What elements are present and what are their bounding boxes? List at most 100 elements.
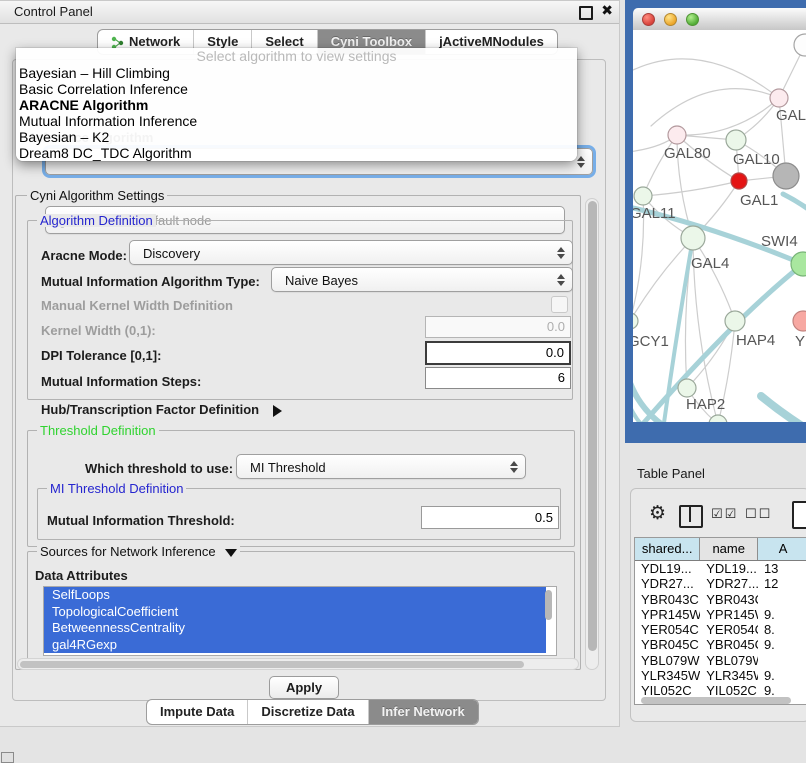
- algorithm-option[interactable]: Mutual Information Inference: [16, 113, 577, 129]
- table-cell: YLR345W: [635, 668, 700, 683]
- float-window-icon[interactable]: [579, 6, 593, 20]
- columns-icon[interactable]: [679, 505, 703, 528]
- column-header[interactable]: shared...: [635, 538, 700, 560]
- table-row[interactable]: YDL19...YDL19...13: [635, 561, 806, 576]
- mi-algorithm-type-combo[interactable]: Naive Bayes: [271, 267, 573, 292]
- node-label-gal10: GAL10: [733, 151, 780, 168]
- table-cell: YER054C: [700, 622, 758, 637]
- node-label-gal4: GAL4: [691, 255, 729, 272]
- combo-spinner-icon: [577, 156, 585, 168]
- tab-discretize-data[interactable]: Discretize Data: [248, 700, 368, 724]
- hub-definition-label: Hub/Transcription Factor Definition: [41, 402, 259, 417]
- data-attributes-list[interactable]: SelfLoopsTopologicalCoefficientBetweenne…: [43, 586, 557, 656]
- table-hscrollbar[interactable]: [637, 695, 805, 705]
- close-traffic-light-icon[interactable]: [642, 13, 655, 26]
- zoom-traffic-light-icon[interactable]: [686, 13, 699, 26]
- attribute-item[interactable]: gal4RGexp: [44, 637, 546, 654]
- table-hscrollbar-thumb[interactable]: [641, 697, 791, 704]
- table-header-row: shared...nameA: [635, 538, 806, 561]
- mi-steps-label: Mutual Information Steps:: [41, 374, 201, 389]
- apply-button[interactable]: Apply: [269, 676, 339, 699]
- new-table-icon[interactable]: [792, 501, 806, 529]
- node-y-node[interactable]: [793, 311, 806, 331]
- node-gal11[interactable]: [634, 187, 652, 205]
- table-cell: 8.: [758, 622, 806, 637]
- columns-icon-divider: [689, 507, 691, 522]
- node-gcy1[interactable]: [633, 313, 638, 329]
- chevron-right-icon: [273, 405, 282, 417]
- table-row[interactable]: YBL079WYBL079W: [635, 653, 806, 668]
- algorithm-option[interactable]: Bayesian – Hill Climbing: [16, 65, 577, 81]
- attribute-item[interactable]: SelfLoops: [44, 587, 546, 604]
- mi-algorithm-type-value: Naive Bayes: [285, 268, 358, 293]
- settings-hscrollbar-thumb[interactable]: [20, 661, 524, 668]
- edge: [643, 181, 739, 196]
- table-cell: YBR045C: [700, 637, 758, 652]
- mi-steps-field[interactable]: 6: [425, 367, 571, 389]
- node-table[interactable]: shared...nameA YDL19...YDL19...13YDR27..…: [634, 537, 806, 705]
- network-view-canvas[interactable]: GALGAL80GAL10GAL1GAL11GAL4SWI4GCY1HAP4YH…: [633, 30, 806, 422]
- sources-toggle[interactable]: Sources for Network Inference: [37, 545, 240, 558]
- which-threshold-combo[interactable]: MI Threshold: [236, 454, 526, 479]
- table-cell: 9.: [758, 668, 806, 683]
- node-gal80[interactable]: [668, 126, 686, 144]
- dpi-tolerance-field[interactable]: 0.0: [425, 341, 571, 365]
- node-gal1[interactable]: [731, 173, 747, 189]
- tab-label: Infer Network: [382, 700, 465, 724]
- network-window-titlebar[interactable]: [633, 8, 806, 31]
- settings-hscrollbar[interactable]: [17, 658, 579, 670]
- algorithm-option[interactable]: Basic Correlation Inference: [16, 81, 577, 97]
- settings-vscrollbar-thumb[interactable]: [588, 201, 597, 651]
- control-panel-title: Control Panel: [14, 1, 93, 23]
- node-hap4[interactable]: [725, 311, 745, 331]
- table-cell: YDR27...: [635, 576, 700, 591]
- gear-icon[interactable]: ⚙: [649, 502, 666, 524]
- table-cell: YBR043C: [635, 592, 700, 607]
- table-cell: 9.: [758, 637, 806, 652]
- aracne-mode-combo[interactable]: Discovery: [129, 240, 573, 265]
- tab-impute-data[interactable]: Impute Data: [147, 700, 248, 724]
- kernel-width-label: Kernel Width (0,1):: [41, 323, 156, 338]
- algorithm-option[interactable]: Bayesian – K2: [16, 129, 577, 145]
- table-row[interactable]: YPR145WYPR145W9.: [635, 607, 806, 622]
- node-gal10[interactable]: [726, 130, 746, 150]
- minimize-traffic-light-icon[interactable]: [664, 13, 677, 26]
- column-header[interactable]: name: [700, 538, 758, 560]
- node-hap2[interactable]: [678, 379, 696, 397]
- highlighted-edge: [761, 396, 806, 422]
- mi-algorithm-type-label: Mutual Information Algorithm Type:: [41, 274, 260, 289]
- select-all-checks-icon[interactable]: ☑☑: [711, 507, 738, 522]
- close-icon[interactable]: ✖: [601, 3, 613, 19]
- table-row[interactable]: YLR345WYLR345W9.: [635, 668, 806, 683]
- settings-vscrollbar[interactable]: [585, 198, 599, 670]
- node-bottom-node[interactable]: [709, 415, 727, 422]
- algorithm-definition-label: Algorithm Definition: [37, 214, 156, 227]
- node-gal4[interactable]: [681, 226, 705, 250]
- which-threshold-label: Which threshold to use:: [85, 461, 233, 476]
- algorithm-option[interactable]: Dream8 DC_TDC Algorithm: [16, 145, 577, 161]
- kernel-width-field[interactable]: 0.0: [425, 316, 571, 338]
- table-cell: YDR27...: [700, 576, 758, 591]
- node-gal-partial[interactable]: [770, 89, 788, 107]
- tab-infer-network[interactable]: Infer Network: [369, 700, 478, 724]
- deselect-all-checks-icon[interactable]: ☐☐: [745, 507, 772, 522]
- table-row[interactable]: YER054CYER054C8.: [635, 622, 806, 637]
- attribute-item[interactable]: BetweennessCentrality: [44, 620, 546, 637]
- node-label-y-node: Y: [795, 333, 805, 350]
- table-row[interactable]: YBR043CYBR043C: [635, 592, 806, 607]
- attribute-item[interactable]: TopologicalCoefficient: [44, 604, 546, 621]
- mi-threshold-field[interactable]: 0.5: [421, 506, 559, 529]
- table-cell: YLR345W: [700, 668, 758, 683]
- column-header[interactable]: A: [758, 538, 806, 560]
- hub-definition-toggle[interactable]: Hub/Transcription Factor Definition: [41, 402, 282, 417]
- node-label-swi4: SWI4: [761, 233, 798, 250]
- algorithm-option[interactable]: ARACNE Algorithm: [16, 97, 577, 113]
- manual-kernel-width-checkbox[interactable]: [551, 296, 568, 313]
- node-top-node[interactable]: [794, 34, 806, 56]
- list-scrollbar-thumb[interactable]: [545, 590, 552, 620]
- control-panel-titlebar: Control Panel ✖: [0, 1, 619, 24]
- table-row[interactable]: YDR27...YDR27...12: [635, 576, 806, 591]
- dock-corner-icon[interactable]: [1, 752, 14, 763]
- table-row[interactable]: YBR045CYBR045C9.: [635, 637, 806, 652]
- table-cell: [758, 592, 806, 607]
